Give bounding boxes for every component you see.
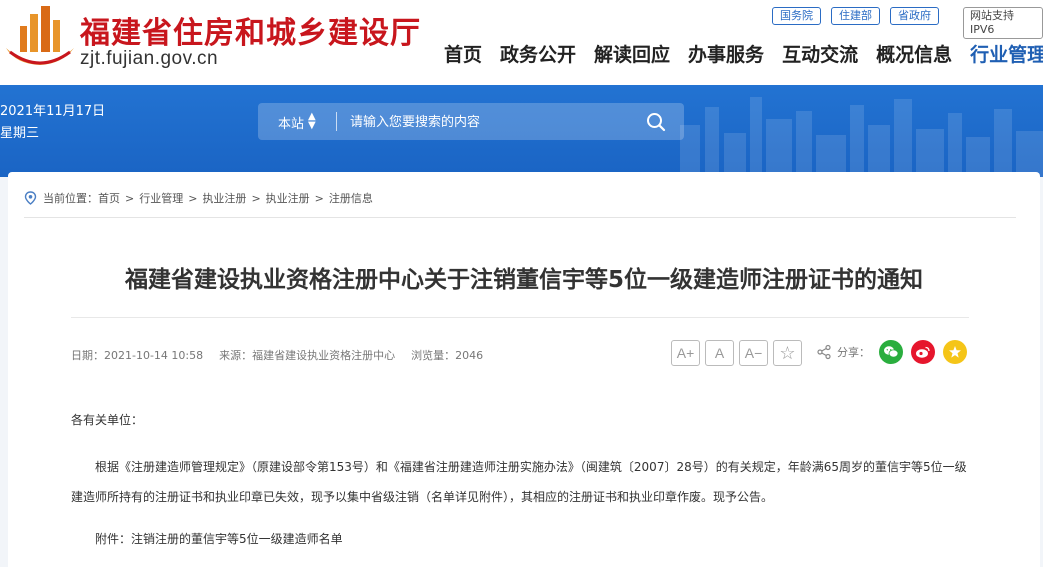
breadcrumb-separator: >	[314, 191, 324, 205]
font-normal-button[interactable]: A	[705, 340, 734, 366]
top-link-province[interactable]: 省政府	[890, 7, 939, 25]
site-title[interactable]: 福建省住房和城乡建设厅	[80, 8, 421, 52]
favorite-star-icon[interactable]: ☆	[773, 340, 802, 366]
share-label: 分享：	[837, 346, 870, 359]
main-nav: 首页 政务公开 解读回应 办事服务 互动交流 概况信息 行业管理	[444, 40, 1043, 67]
breadcrumb-home[interactable]: 首页	[98, 190, 120, 206]
date-value: 2021年11月17日	[0, 104, 106, 119]
breadcrumb-separator: >	[125, 191, 135, 205]
article-card: 当前位置： 首页 > 行业管理 > 执业注册 > 执业注册 > 注册信息 福建省…	[8, 172, 1040, 567]
share-bar: 分享：	[816, 340, 970, 364]
search-banner: 2021年11月17日 星期三 本站 ▲ ▼	[0, 85, 1043, 177]
weibo-share-icon[interactable]	[911, 340, 935, 364]
site-header: 福建省住房和城乡建设厅 zjt.fujian.gov.cn 国务院 住建部 省政…	[0, 0, 1043, 85]
breadcrumb-registration-sub[interactable]: 执业注册	[266, 190, 310, 206]
site-logo[interactable]	[2, 2, 78, 68]
breadcrumb-divider	[24, 217, 1016, 218]
reading-tools: A+ A A− ☆	[671, 340, 802, 366]
article-source: 来源：福建省建设执业资格注册中心	[219, 349, 396, 362]
search-scope-select[interactable]: 本站	[278, 113, 304, 132]
ipv6-badge: 网站支持IPV6	[963, 7, 1043, 39]
location-pin-icon	[24, 191, 37, 205]
weekday-value: 星期三	[0, 126, 40, 141]
font-larger-button[interactable]: A+	[671, 340, 700, 366]
nav-home[interactable]: 首页	[444, 40, 482, 67]
search-input[interactable]	[350, 112, 630, 132]
share-icon	[817, 344, 831, 360]
article-body: 各有关单位： 根据《注册建造师管理规定》（原建设部令第153号）和《福建省注册建…	[71, 405, 969, 554]
search-icon[interactable]	[646, 112, 666, 132]
article-views: 浏览量：2046	[411, 349, 484, 362]
site-domain: zjt.fujian.gov.cn	[80, 48, 219, 69]
breadcrumb-separator: >	[188, 191, 198, 205]
sort-arrows-icon[interactable]: ▲ ▼	[308, 112, 316, 131]
article-title: 福建省建设执业资格注册中心关于注销董信宇等5位一级建造师注册证书的通知	[124, 267, 923, 293]
top-links: 国务院 住建部 省政府	[772, 7, 939, 25]
breadcrumb-registration-info[interactable]: 注册信息	[329, 190, 373, 206]
nav-interpretation[interactable]: 解读回应	[594, 40, 670, 67]
nav-overview[interactable]: 概况信息	[876, 40, 952, 67]
article-date: 日期：2021-10-14 10:58	[71, 349, 204, 362]
breadcrumb-registration[interactable]: 执业注册	[202, 190, 246, 206]
search-divider	[336, 112, 337, 131]
top-link-state-council[interactable]: 国务院	[772, 7, 821, 25]
article-meta: 日期：2021-10-14 10:58 来源：福建省建设执业资格注册中心 浏览量…	[71, 347, 483, 363]
breadcrumb-prefix: 当前位置：	[43, 192, 98, 205]
breadcrumb-separator: >	[251, 191, 261, 205]
nav-industry-management[interactable]: 行业管理	[970, 40, 1043, 67]
article-greeting: 各有关单位：	[71, 413, 144, 427]
breadcrumb-industry[interactable]: 行业管理	[139, 190, 183, 206]
font-smaller-button[interactable]: A−	[739, 340, 768, 366]
top-link-mohurd[interactable]: 住建部	[831, 7, 880, 25]
nav-gov-affairs[interactable]: 政务公开	[500, 40, 576, 67]
breadcrumb: 当前位置： 首页 > 行业管理 > 执业注册 > 执业注册 > 注册信息	[24, 190, 373, 206]
search-bar: 本站 ▲ ▼	[258, 103, 684, 140]
title-divider	[71, 317, 969, 318]
article-paragraph: 根据《注册建造师管理规定》（原建设部令第153号）和《福建省注册建造师注册实施办…	[71, 460, 967, 504]
article-attachment[interactable]: 附件：注销注册的董信宇等5位一级建造师名单	[71, 524, 969, 554]
qzone-share-icon[interactable]	[943, 340, 967, 364]
nav-services[interactable]: 办事服务	[688, 40, 764, 67]
current-date: 2021年11月17日 星期三	[0, 101, 105, 145]
nav-interaction[interactable]: 互动交流	[782, 40, 858, 67]
wechat-share-icon[interactable]	[879, 340, 903, 364]
